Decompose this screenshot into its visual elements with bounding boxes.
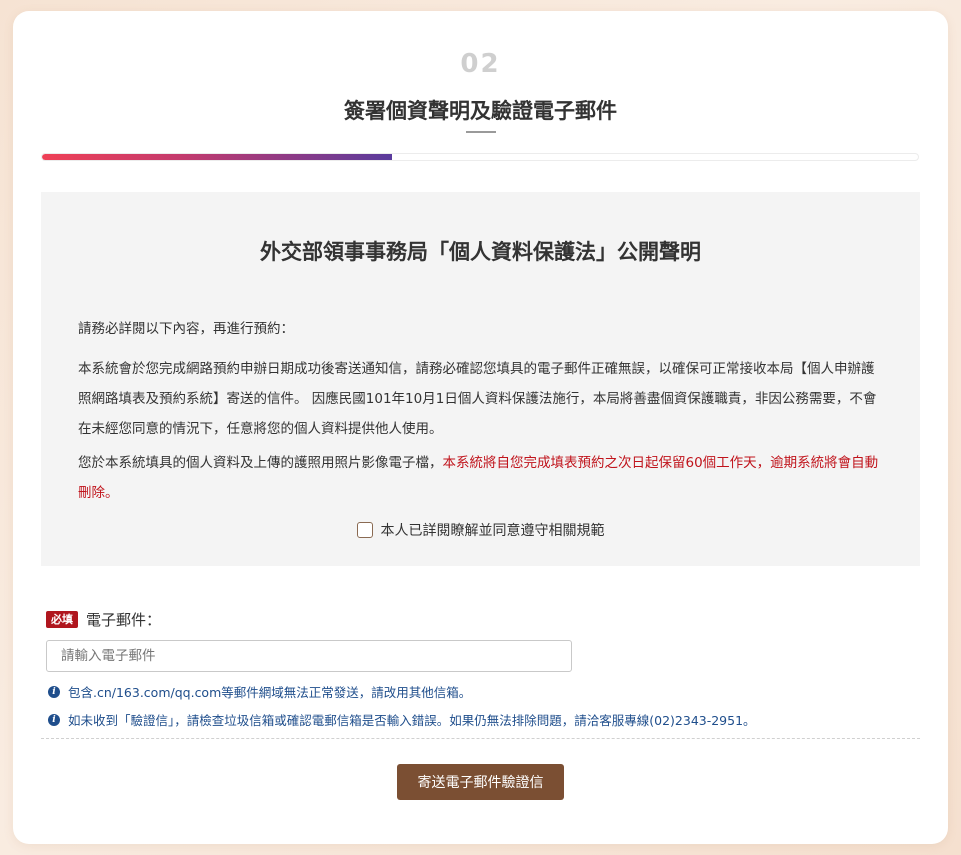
agree-checkbox[interactable] bbox=[356, 522, 373, 538]
notice-title: 外交部領事事務局「個人資料保護法」公開聲明 bbox=[260, 240, 701, 264]
retention-text: 您於本系統填具的個人資料及上傳的護照用照片影像電子檔， bbox=[78, 455, 443, 471]
email-input[interactable] bbox=[46, 640, 572, 672]
agree-row[interactable]: 本人已詳閱瞭解並同意遵守相關規範 bbox=[41, 520, 920, 540]
notice-intro: 請務必詳閱以下內容，再進行預約： bbox=[78, 321, 294, 337]
info-icon: i bbox=[48, 685, 60, 698]
step-title: 簽署個資聲明及驗證電子郵件 bbox=[344, 99, 617, 123]
notice-retention-paragraph: 您於本系統填具的個人資料及上傳的護照用照片影像電子檔，本系統將自您完成填表預約之… bbox=[78, 448, 886, 508]
info-text: 包含.cn/163.com/qq.com等郵件網域無法正常發送，請改用其他信箱。 bbox=[68, 685, 472, 700]
progress-bar bbox=[41, 153, 919, 161]
agree-label[interactable]: 本人已詳閱瞭解並同意遵守相關規範 bbox=[381, 520, 605, 540]
privacy-notice: 外交部領事事務局「個人資料保護法」公開聲明 請務必詳閱以下內容，再進行預約： 本… bbox=[41, 192, 920, 566]
step-number: 02 bbox=[460, 49, 501, 79]
divider bbox=[41, 738, 920, 739]
title-underline bbox=[466, 131, 496, 133]
form-card: 02 簽署個資聲明及驗證電子郵件 外交部領事事務局「個人資料保護法」公開聲明 請… bbox=[13, 11, 948, 844]
email-label: 電子郵件： bbox=[86, 611, 162, 629]
progress-fill bbox=[42, 154, 393, 160]
info-domain-note: i 包含.cn/163.com/qq.com等郵件網域無法正常發送，請改用其他信… bbox=[48, 682, 471, 701]
required-badge: 必填 bbox=[46, 611, 78, 628]
send-verification-button[interactable]: 寄送電子郵件驗證信 bbox=[397, 764, 564, 800]
info-text: 如未收到「驗證信」，請檢查垃圾信箱或確認電郵信箱是否輸入錯誤。如果仍無法排除問題… bbox=[68, 713, 756, 728]
info-verification-note: i 如未收到「驗證信」，請檢查垃圾信箱或確認電郵信箱是否輸入錯誤。如果仍無法排除… bbox=[48, 710, 756, 729]
notice-paragraph: 本系統會於您完成網路預約申辦日期成功後寄送通知信，請務必確認您填具的電子郵件正確… bbox=[78, 361, 877, 437]
email-label-row: 必填 電子郵件： bbox=[46, 609, 161, 630]
info-icon: i bbox=[48, 713, 60, 726]
